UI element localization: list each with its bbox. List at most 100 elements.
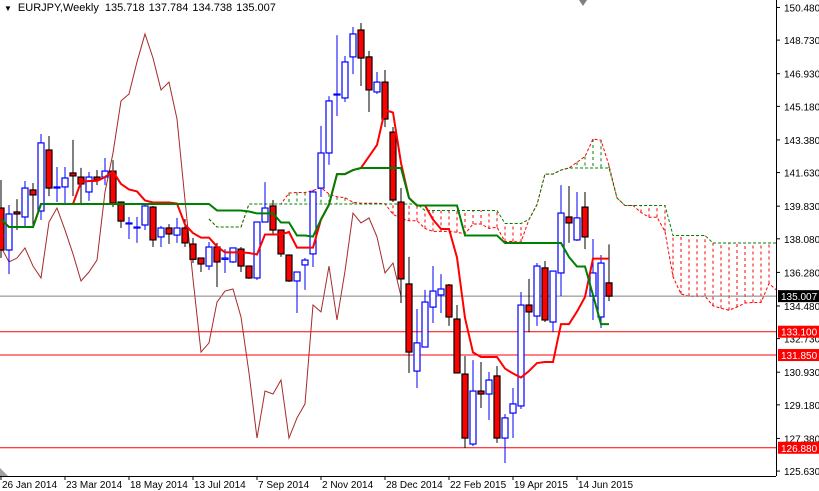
price-tick-label: 125.630: [784, 467, 819, 478]
candle: [213, 242, 221, 287]
candle: [45, 136, 53, 197]
time-tick-label: 19 Apr 2015: [514, 480, 568, 491]
candle: [205, 241, 213, 270]
candle-body: [421, 301, 429, 348]
senkou-span-a-line: [208, 138, 776, 311]
candle: [5, 205, 13, 275]
candle: [125, 216, 133, 239]
candle-body: [141, 205, 149, 226]
candle-body: [133, 226, 141, 229]
candle-body: [61, 177, 69, 188]
candle-body: [477, 390, 485, 395]
candle: [509, 388, 517, 439]
candle: [445, 283, 453, 326]
time-tick-label: 23 Mar 2014: [66, 480, 123, 491]
candle: [365, 50, 373, 112]
candle-body: [0, 207, 5, 251]
price-tick-label: 150.480: [784, 3, 819, 14]
price-tick-label: 129.180: [784, 401, 819, 412]
candle: [605, 244, 613, 302]
candle: [349, 27, 357, 75]
candle-body: [85, 176, 93, 193]
price-chart[interactable]: 150.480 148.730 146.930 145.180 143.380 141.6…: [0, 0, 819, 491]
candle: [149, 205, 157, 248]
candle: [173, 217, 181, 243]
price-tick-label: 141.630: [784, 169, 819, 180]
candle-body: [405, 283, 413, 353]
candle: [325, 96, 333, 165]
candle: [389, 127, 397, 203]
candle-body: [53, 186, 61, 189]
candle: [197, 257, 205, 273]
chart-header: ▼ EURJPY,Weekly 135.718 137.784 134.738 …: [4, 2, 276, 14]
candle: [285, 254, 293, 282]
candle: [477, 361, 485, 409]
candle-body: [509, 403, 517, 414]
candle: [13, 199, 21, 231]
candle-body: [549, 270, 557, 323]
candle-body: [341, 61, 349, 99]
candle-body: [469, 390, 477, 445]
candle: [133, 216, 141, 243]
time-tick-label: 22 Feb 2015: [450, 480, 507, 491]
candle: [549, 270, 557, 333]
candle-body: [493, 375, 501, 439]
candle: [293, 271, 301, 314]
price-tick-label: 146.930: [784, 70, 819, 81]
current-price-label: 135.007: [781, 292, 818, 303]
candle: [469, 360, 477, 447]
high-value: 137.784: [148, 2, 189, 14]
candle-body: [413, 342, 421, 372]
candle-body: [581, 206, 589, 238]
candle-body: [365, 56, 373, 91]
candle-body: [373, 81, 381, 93]
time-tick-label: 2 Nov 2014: [322, 480, 374, 491]
candle-body: [445, 284, 453, 318]
time-tick-label: 13 Jul 2014: [194, 480, 246, 491]
candle: [533, 263, 541, 326]
candle-body: [333, 93, 341, 96]
candle: [21, 180, 29, 228]
candle-body: [149, 206, 157, 241]
candle-body: [397, 201, 405, 280]
candle-body: [349, 33, 357, 58]
candle-body: [221, 257, 229, 260]
price-tick-label: 136.280: [784, 268, 819, 279]
senkou-span-b-line: [208, 167, 776, 244]
candle-body: [357, 29, 365, 59]
chart-corner-icon: [0, 468, 8, 476]
candle: [117, 201, 125, 228]
candle-body: [197, 257, 205, 265]
candle: [309, 189, 317, 267]
dropdown-triangle-icon[interactable]: ▼: [4, 4, 12, 13]
candle: [357, 22, 365, 87]
candle: [541, 261, 549, 323]
time-tick-label: 28 Dec 2014: [386, 480, 443, 491]
candle-body: [69, 172, 77, 177]
chikou-span-line: [0, 32, 402, 441]
symbol-label: EURJPY,Weekly: [17, 2, 99, 14]
candle: [93, 169, 101, 186]
candle-body: [573, 217, 581, 241]
candle-body: [437, 288, 445, 296]
candle-body: [45, 149, 53, 189]
candle-body: [485, 379, 493, 395]
price-tick-label: 134.480: [784, 302, 819, 313]
candle-body: [501, 417, 509, 439]
candle-body: [181, 227, 189, 244]
candle: [301, 258, 309, 290]
candle-body: [285, 254, 293, 282]
candle: [413, 308, 421, 389]
price-tick-label: 130.930: [784, 368, 819, 379]
candle-body: [173, 227, 181, 236]
price-tick-label: 143.380: [784, 136, 819, 147]
low-value: 134.738: [192, 2, 233, 14]
candle-body: [21, 187, 29, 218]
plot-area: [0, 22, 776, 464]
candle-body: [189, 243, 197, 260]
price-tick-label: 138.080: [784, 235, 819, 246]
candle-body: [605, 282, 613, 297]
candle: [109, 160, 117, 208]
candle: [141, 203, 149, 231]
price-tick-label: 145.180: [784, 102, 819, 113]
